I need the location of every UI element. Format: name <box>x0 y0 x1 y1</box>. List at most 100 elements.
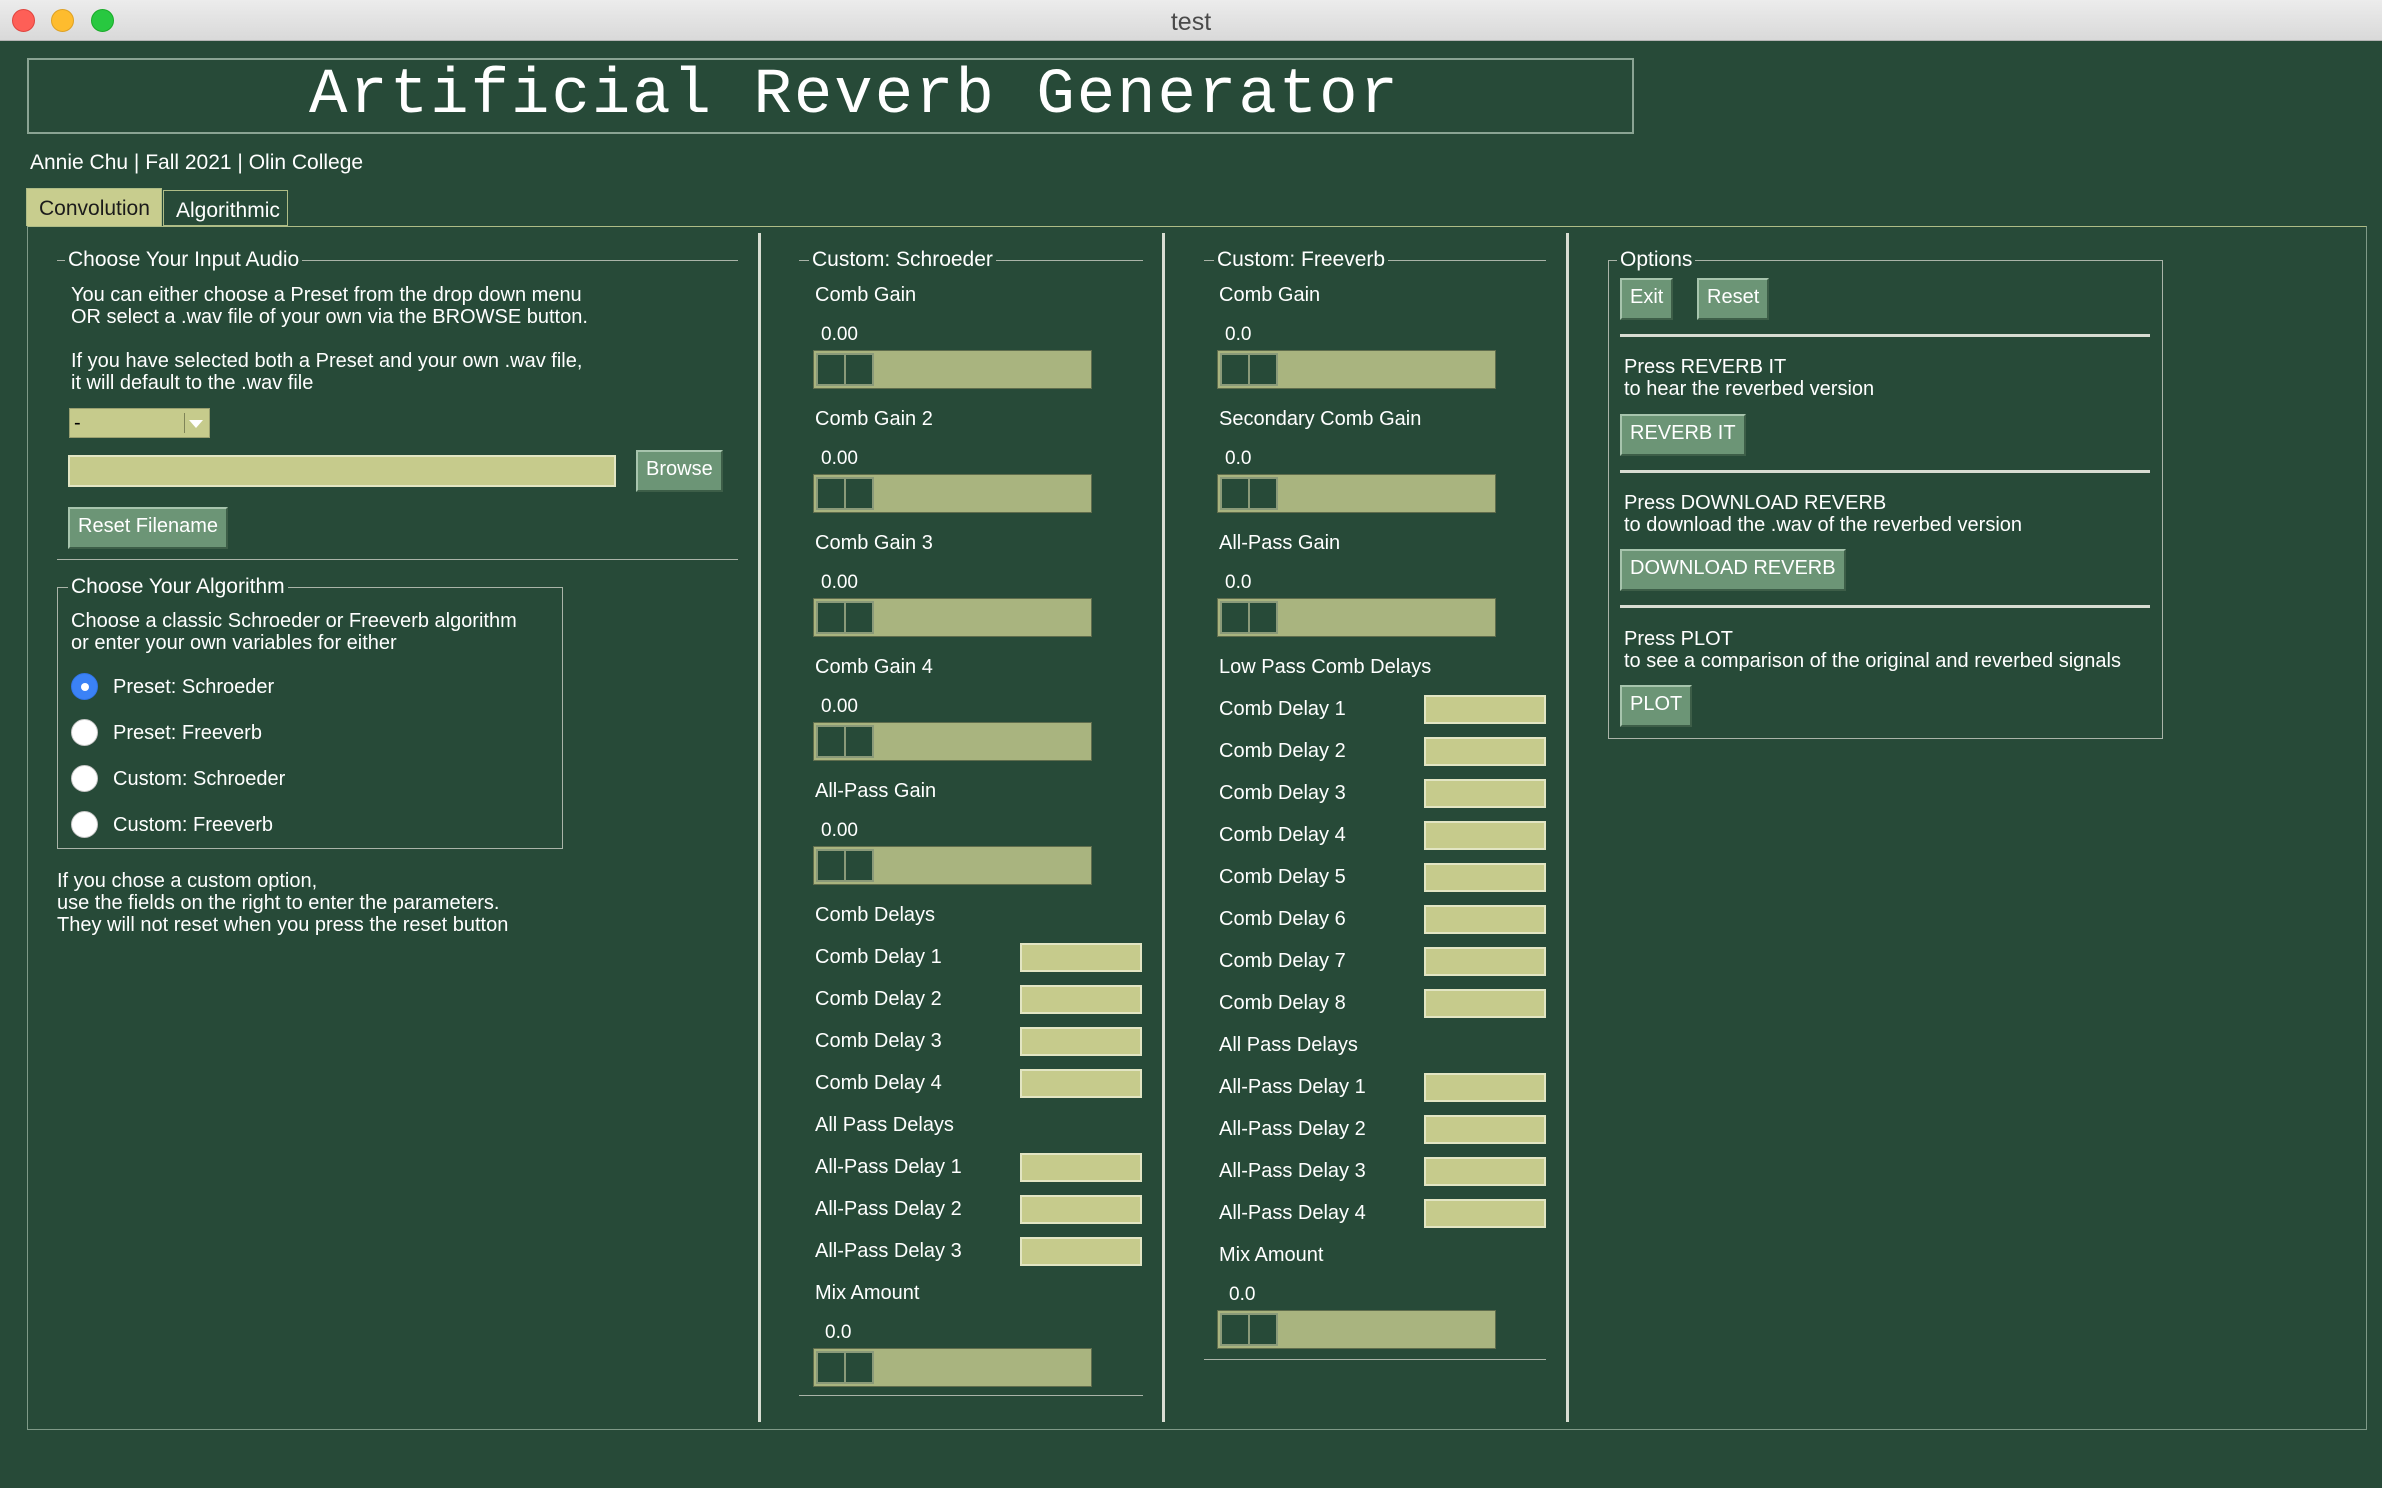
schroeder-comb-delay-input[interactable] <box>1020 1027 1142 1056</box>
freeverb-comb-delay-label: Comb Delay 1 <box>1219 698 1346 720</box>
freeverb-all-pass-gain-label: All-Pass Gain <box>1219 532 1341 554</box>
schroeder-all-pass-gain-value: 0.00 <box>821 820 858 841</box>
schroeder-mix-slider-handle[interactable] <box>816 1351 874 1384</box>
freeverb-comb-delay-label: Comb Delay 3 <box>1219 782 1346 804</box>
schroeder-comb-gain-3-slider[interactable] <box>813 598 1092 637</box>
freeverb-comb-gain-label: Comb Gain <box>1219 284 1321 306</box>
schroeder-mix-value: 0.0 <box>825 1322 852 1343</box>
freeverb-comb-delay-input[interactable] <box>1424 695 1546 724</box>
freeverb-allpass-delay-label: All-Pass Delay 4 <box>1219 1202 1366 1224</box>
plot-instructions: Press PLOT to see a comparison of the or… <box>1624 628 2121 672</box>
schroeder-comb-gain-3-slider-handle[interactable] <box>816 601 874 634</box>
freeverb-comb-delay-input[interactable] <box>1424 947 1546 976</box>
schroeder-comb-gain-4-label: Comb Gain 4 <box>815 656 933 678</box>
schroeder-allpass-delay-input[interactable] <box>1020 1237 1142 1266</box>
schroeder-allpass-delay-input[interactable] <box>1020 1153 1142 1182</box>
freeverb-allpass-delay-label: All-Pass Delay 2 <box>1219 1118 1366 1140</box>
freeverb-comb-delay-label: Comb Delay 2 <box>1219 740 1346 762</box>
radio-preset-schroeder[interactable] <box>71 673 98 700</box>
options-divider <box>1620 470 2150 473</box>
algorithm-legend: Choose Your Algorithm <box>68 575 288 599</box>
chevron-down-icon[interactable] <box>184 413 206 433</box>
radio-preset-freeverb-label[interactable]: Preset: Freeverb <box>113 722 262 744</box>
freeverb-comb-delay-input[interactable] <box>1424 989 1546 1018</box>
schroeder-all-pass-gain-label: All-Pass Gain <box>815 780 937 802</box>
schroeder-allpass-delay-label: All-Pass Delay 2 <box>815 1198 962 1220</box>
freeverb-comb-delay-input[interactable] <box>1424 779 1546 808</box>
schroeder-allpass-delay-input[interactable] <box>1020 1195 1142 1224</box>
schroeder-comb-gain-2-value: 0.00 <box>821 448 858 469</box>
schroeder-comb-delay-input[interactable] <box>1020 943 1142 972</box>
schroeder-comb-gain-4-slider-handle[interactable] <box>816 725 874 758</box>
custom-option-note: If you chose a custom option, use the fi… <box>57 870 509 936</box>
schroeder-allpass-delays-heading: All Pass Delays <box>815 1114 954 1136</box>
schroeder-all-pass-gain-slider[interactable] <box>813 846 1092 885</box>
input-audio-legend: Choose Your Input Audio <box>65 248 303 272</box>
schroeder-legend: Custom: Schroeder <box>809 248 996 272</box>
radio-custom-schroeder[interactable] <box>71 765 98 792</box>
freeverb-comb-delay-label: Comb Delay 4 <box>1219 824 1346 846</box>
tab-convolution[interactable]: Convolution <box>26 188 162 226</box>
schroeder-comb-delay-label: Comb Delay 3 <box>815 1030 942 1052</box>
freeverb-comb-delays-heading: Low Pass Comb Delays <box>1219 656 1432 678</box>
freeverb-all-pass-gain-slider-handle[interactable] <box>1220 601 1278 634</box>
freeverb-all-pass-gain-slider[interactable] <box>1217 598 1496 637</box>
radio-preset-schroeder-label[interactable]: Preset: Schroeder <box>113 676 274 698</box>
freeverb-comb-delay-input[interactable] <box>1424 905 1546 934</box>
freeverb-allpass-delay-input[interactable] <box>1424 1199 1546 1228</box>
freeverb-mix-slider[interactable] <box>1217 1310 1496 1349</box>
schroeder-allpass-delay-label: All-Pass Delay 1 <box>815 1156 962 1178</box>
freeverb-allpass-delay-input[interactable] <box>1424 1073 1546 1102</box>
schroeder-allpass-delay-label: All-Pass Delay 3 <box>815 1240 962 1262</box>
schroeder-all-pass-gain-slider-handle[interactable] <box>816 849 874 882</box>
schroeder-mix-slider[interactable] <box>813 1348 1092 1387</box>
radio-preset-freeverb[interactable] <box>71 719 98 746</box>
radio-custom-freeverb[interactable] <box>71 811 98 838</box>
freeverb-comb-gain-slider-handle[interactable] <box>1220 353 1278 386</box>
browse-button[interactable]: Browse <box>636 450 723 492</box>
freeverb-comb-delay-label: Comb Delay 6 <box>1219 908 1346 930</box>
freeverb-secondary-comb-gain-slider-handle[interactable] <box>1220 477 1278 510</box>
freeverb-secondary-comb-gain-slider[interactable] <box>1217 474 1496 513</box>
schroeder-comb-gain-slider[interactable] <box>813 350 1092 389</box>
window-titlebar: test <box>0 0 2382 41</box>
freeverb-secondary-comb-gain-value: 0.0 <box>1225 448 1252 469</box>
reset-button[interactable]: Reset <box>1697 278 1770 320</box>
freeverb-mix-slider-handle[interactable] <box>1220 1313 1278 1346</box>
freeverb-all-pass-gain-value: 0.0 <box>1225 572 1252 593</box>
schroeder-comb-gain-2-slider[interactable] <box>813 474 1092 513</box>
freeverb-legend: Custom: Freeverb <box>1214 248 1389 272</box>
algorithm-instructions: Choose a classic Schroeder or Freeverb a… <box>71 610 517 654</box>
freeverb-comb-delay-input[interactable] <box>1424 737 1546 766</box>
freeverb-comb-delay-label: Comb Delay 8 <box>1219 992 1346 1014</box>
schroeder-comb-gain-value: 0.00 <box>821 324 858 345</box>
tab-algorithmic[interactable]: Algorithmic <box>163 190 288 226</box>
freeverb-allpass-delay-input[interactable] <box>1424 1157 1546 1186</box>
schroeder-comb-gain-3-label: Comb Gain 3 <box>815 532 933 554</box>
freeverb-allpass-delay-input[interactable] <box>1424 1115 1546 1144</box>
schroeder-comb-gain-2-slider-handle[interactable] <box>816 477 874 510</box>
freeverb-comb-gain-slider[interactable] <box>1217 350 1496 389</box>
freeverb-allpass-delays-heading: All Pass Delays <box>1219 1034 1358 1056</box>
schroeder-comb-gain-2-label: Comb Gain 2 <box>815 408 933 430</box>
schroeder-comb-delay-input[interactable] <box>1020 985 1142 1014</box>
freeverb-comb-delay-input[interactable] <box>1424 863 1546 892</box>
schroeder-comb-gain-label: Comb Gain <box>815 284 917 306</box>
schroeder-comb-delay-label: Comb Delay 2 <box>815 988 942 1010</box>
preset-dropdown[interactable]: - <box>69 408 210 438</box>
download-reverb-button[interactable]: DOWNLOAD REVERB <box>1620 549 1846 591</box>
filename-input[interactable] <box>68 455 616 487</box>
radio-custom-freeverb-label[interactable]: Custom: Freeverb <box>113 814 273 836</box>
exit-button[interactable]: Exit <box>1620 278 1674 320</box>
reverb-it-button[interactable]: REVERB IT <box>1620 414 1746 456</box>
plot-button[interactable]: PLOT <box>1620 685 1693 727</box>
input-audio-instructions: You can either choose a Preset from the … <box>71 284 588 328</box>
freeverb-secondary-comb-gain-label: Secondary Comb Gain <box>1219 408 1422 430</box>
freeverb-comb-delay-input[interactable] <box>1424 821 1546 850</box>
reset-filename-button[interactable]: Reset Filename <box>68 507 229 549</box>
radio-custom-schroeder-label[interactable]: Custom: Schroeder <box>113 768 285 790</box>
window-title: test <box>1170 8 1212 36</box>
schroeder-comb-gain-slider-handle[interactable] <box>816 353 874 386</box>
schroeder-comb-delay-input[interactable] <box>1020 1069 1142 1098</box>
schroeder-comb-gain-4-slider[interactable] <box>813 722 1092 761</box>
